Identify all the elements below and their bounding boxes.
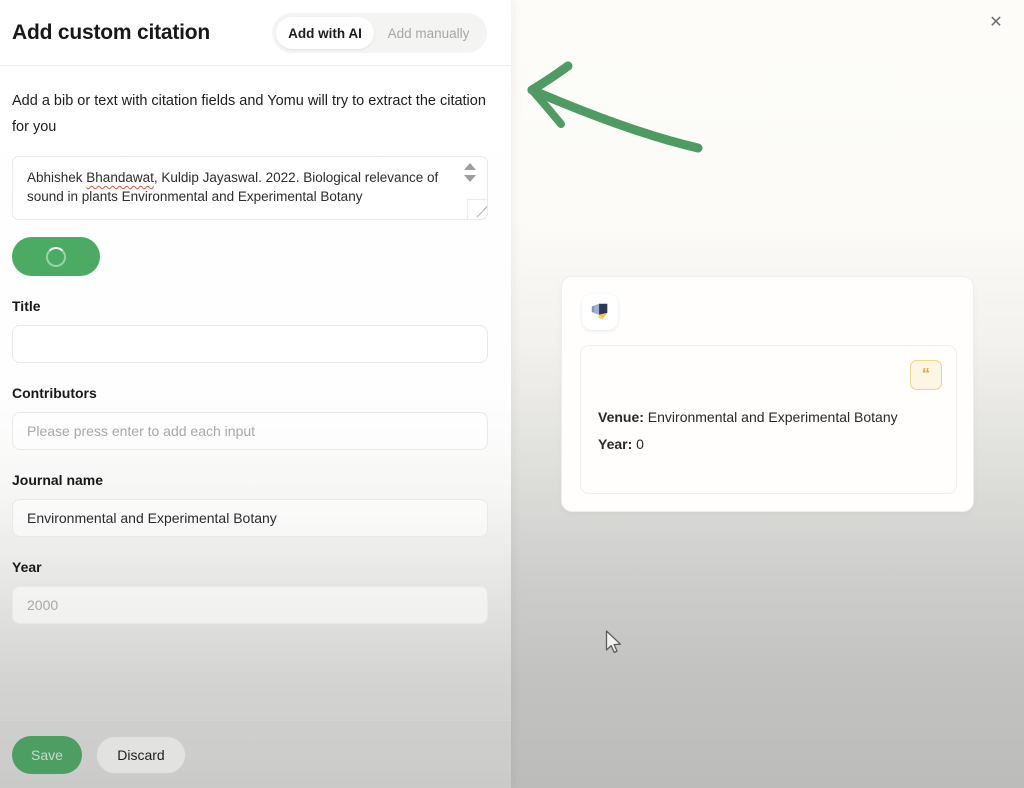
extract-citation-button[interactable] xyxy=(12,237,100,276)
year-input[interactable]: 2000 xyxy=(12,586,488,624)
label-year: Year xyxy=(12,559,42,575)
save-button[interactable]: Save xyxy=(12,735,82,774)
meta-year-key: Year: xyxy=(598,436,633,452)
page-title: Add custom citation xyxy=(12,20,211,44)
pages-stack-icon xyxy=(582,294,618,330)
quote-icon-badge[interactable]: “ xyxy=(910,360,942,390)
panel-body: Add a bib or text with citation fields a… xyxy=(0,66,511,624)
meta-venue-key: Venue: xyxy=(598,409,644,425)
meta-venue-value: Environmental and Experimental Botany xyxy=(643,409,898,425)
loading-spinner-icon xyxy=(46,246,66,267)
panel-footer: Save Discard xyxy=(0,720,511,788)
bib-textarea-value: Abhishek Bhandawat, Kuldip Jayaswal. 202… xyxy=(27,168,445,206)
intro-description: Add a bib or text with citation fields a… xyxy=(12,93,486,135)
resize-handle-icon[interactable] xyxy=(467,199,487,219)
label-title: Title xyxy=(12,298,41,314)
tab-add-with-ai[interactable]: Add with AI xyxy=(276,17,374,49)
meta-row-venue: Venue: Environmental and Experimental Bo… xyxy=(598,409,898,425)
contributors-input[interactable]: Please press enter to add each input xyxy=(12,412,488,450)
field-group-year: Year 2000 xyxy=(12,559,488,624)
title-input[interactable] xyxy=(12,325,488,363)
chevron-down-icon[interactable] xyxy=(464,175,476,182)
label-journal-name: Journal name xyxy=(12,472,104,488)
discard-button[interactable]: Discard xyxy=(96,735,186,774)
field-group-journal-name: Journal name Environmental and Experimen… xyxy=(12,472,488,537)
tab-add-with-ai-label: Add with AI xyxy=(288,25,362,41)
tab-add-manually[interactable]: Add manually xyxy=(374,17,483,49)
citation-preview-card: “ Venue: Environmental and Experimental … xyxy=(561,276,974,512)
journal-name-input[interactable]: Environmental and Experimental Botany xyxy=(12,499,488,537)
chevron-up-icon[interactable] xyxy=(464,163,476,170)
mode-tab-switch: Add with AI Add manually xyxy=(272,13,487,53)
textarea-scroll-arrows[interactable] xyxy=(461,163,479,182)
meta-row-year: Year: 0 xyxy=(598,436,644,452)
field-group-title: Title xyxy=(12,298,488,363)
citation-metadata-block: “ Venue: Environmental and Experimental … xyxy=(580,345,957,494)
meta-year-value: 0 xyxy=(632,436,644,452)
tab-add-manually-label: Add manually xyxy=(387,25,470,41)
close-icon[interactable]: ✕ xyxy=(982,8,1010,36)
bib-misspelled-word: Bhandawat xyxy=(86,170,154,185)
panel-header: Add custom citation Add with AI Add manu… xyxy=(0,0,511,66)
field-group-contributors: Contributors Please press enter to add e… xyxy=(12,385,488,450)
bib-text-before: Abhishek xyxy=(27,170,87,185)
add-custom-citation-panel: Add custom citation Add with AI Add manu… xyxy=(0,0,511,788)
bib-textarea[interactable]: Abhishek Bhandawat, Kuldip Jayaswal. 202… xyxy=(12,156,488,220)
label-contributors: Contributors xyxy=(12,385,97,401)
